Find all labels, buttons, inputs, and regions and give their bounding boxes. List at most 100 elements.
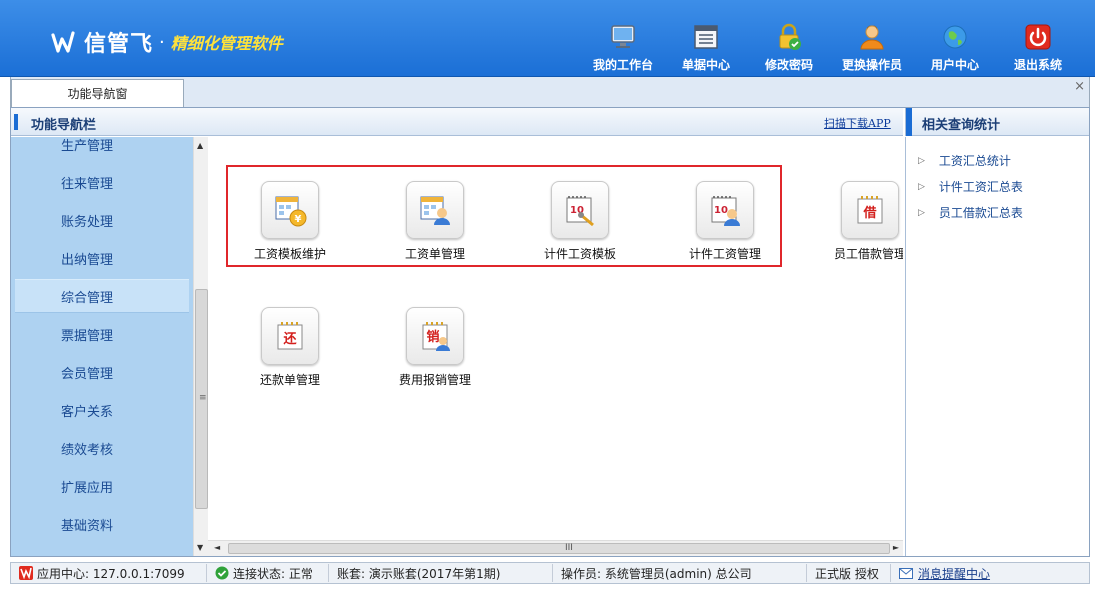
status-message-center[interactable]: 消息提醒中心 [891, 564, 998, 582]
app-label: 还款单管理 [259, 373, 320, 387]
piece-rate-template-icon: 10 [551, 181, 609, 239]
app-reimbursement[interactable]: 销 费用报销管理 [380, 307, 490, 407]
sidebar-item-cashier[interactable]: 出纳管理 [15, 241, 189, 275]
app-repayment[interactable]: 还 还款单管理 [235, 307, 345, 407]
piece-rate-manage-icon: 10 [696, 181, 754, 239]
status-connection-text: 连接状态: 正常 [233, 566, 313, 581]
exit-system-button[interactable]: 退出系统 [1000, 22, 1076, 74]
app-label: 工资单管理 [404, 247, 465, 261]
triangle-right-icon: ▷ [918, 155, 925, 166]
status-account-text: 账套: 演示账套(2017年第1期) [337, 566, 501, 581]
globe-icon [940, 22, 970, 52]
borrow-icon: 借 [841, 181, 899, 239]
my-workbench-label: 我的工作台 [592, 58, 653, 72]
link-salary-summary[interactable]: ▷ 工资汇总统计 [918, 152, 1011, 169]
app-piece-rate-manage[interactable]: 10 计件工资管理 [670, 181, 780, 281]
scrollbar-grip: ≡ [199, 393, 207, 403]
triangle-right-icon: ▷ [918, 207, 925, 218]
app-payslip[interactable]: 工资单管理 [380, 181, 490, 281]
app-piece-rate-template[interactable]: 10 计件工资模板 [525, 181, 635, 281]
app-label: 员工借款管理 [833, 247, 903, 261]
link-borrow-summary[interactable]: ▷ 员工借款汇总表 [918, 204, 1023, 221]
document-center-label: 单据中心 [681, 58, 730, 72]
app-label: 工资模板维护 [253, 247, 326, 261]
sidebar-item-members[interactable]: 会员管理 [15, 355, 189, 389]
sidebar-item-bills[interactable]: 票据管理 [15, 317, 189, 351]
content-hscrollbar[interactable]: ◄ III ► [208, 540, 903, 556]
hscroll-thumb[interactable]: III [228, 543, 890, 554]
user-center-button[interactable]: 用户中心 [917, 22, 993, 74]
nav-title: 功能导航栏 [31, 118, 97, 133]
switch-operator-button[interactable]: 更换操作员 [834, 22, 910, 74]
document-center-button[interactable]: 单据中心 [668, 22, 744, 74]
brand-slogan: 精细化管理软件 [170, 34, 283, 53]
brand-mark-icon [51, 31, 75, 53]
hscroll-grip: III [565, 543, 573, 553]
scroll-up-icon[interactable]: ▲ [197, 141, 203, 150]
status-edition: 正式版 授权 [807, 564, 891, 582]
change-password-button[interactable]: 修改密码 [751, 22, 827, 74]
sidebar-item-performance[interactable]: 绩效考核 [15, 431, 189, 465]
sidebar-item-production[interactable]: 生产管理 [15, 137, 189, 161]
my-workbench-button[interactable]: 我的工作台 [585, 22, 661, 74]
sidebar-item-label: 生产管理 [61, 138, 114, 154]
sidebar-item-basic-data[interactable]: 基础资料 [15, 507, 189, 541]
status-app-center: 应用中心: 127.0.0.1:7099 [11, 564, 207, 582]
sidebar-item-label: 会员管理 [61, 366, 114, 382]
sidebar-item-label: 综合管理 [61, 290, 114, 306]
app-label: 计件工资管理 [688, 247, 761, 261]
close-icon[interactable]: × [1074, 79, 1085, 94]
borrow-badge: 借 [862, 205, 876, 221]
tab-function-navigation[interactable]: 功能导航窗 [11, 79, 184, 107]
change-password-label: 修改密码 [764, 58, 813, 72]
mail-icon [899, 567, 913, 579]
right-panel-title: 相关查询统计 [922, 118, 1001, 133]
sidebar-item-extensions[interactable]: 扩展应用 [15, 469, 189, 503]
svg-text:10: 10 [714, 205, 728, 216]
sidebar-item-general[interactable]: 综合管理 [15, 279, 189, 313]
user-center-label: 用户中心 [930, 58, 979, 72]
status-operator: 操作员: 系统管理员(admin) 总公司 [553, 564, 807, 582]
app-header: 信管飞 · 精细化管理软件 我的工作台 单据中心 修改密码 更换操作员 用户中心 [0, 0, 1095, 77]
scroll-down-icon[interactable]: ▼ [197, 543, 203, 552]
sidebar-item-label: 出纳管理 [61, 252, 114, 268]
salary-template-icon: ¥ [261, 181, 319, 239]
message-center-link[interactable]: 消息提醒中心 [918, 565, 990, 582]
sidebar: 生产管理 往来管理 账务处理 出纳管理 综合管理 票据管理 会员管理 客户关系 … [11, 137, 193, 556]
brand-separator: · [159, 31, 165, 53]
triangle-right-icon: ▷ [918, 181, 925, 192]
app-label: 费用报销管理 [398, 373, 471, 387]
app-label: 计件工资模板 [543, 247, 616, 261]
link-piece-rate-summary[interactable]: ▷ 计件工资汇总表 [918, 178, 1023, 195]
scroll-right-icon[interactable]: ► [893, 543, 899, 552]
main-frame: 功能导航栏 扫描下载APP 相关查询统计 生产管理 往来管理 账务处理 出纳管理… [10, 107, 1090, 557]
status-edition-text: 正式版 授权 [815, 566, 879, 581]
switch-operator-label: 更换操作员 [841, 58, 902, 72]
link-label: 员工借款汇总表 [938, 206, 1023, 220]
sidebar-item-label: 票据管理 [61, 328, 114, 344]
sidebar-item-accounts[interactable]: 往来管理 [15, 165, 189, 199]
sidebar-item-label: 往来管理 [61, 176, 114, 192]
right-panel-header: 相关查询统计 [905, 108, 1089, 136]
app-employee-borrow[interactable]: 借 员工借款管理 [815, 181, 903, 281]
repay-badge: 还 [282, 331, 297, 347]
right-header-accent [906, 108, 912, 136]
function-area: ¥ 工资模板维护 工资单管理 10 计件工资模板 10 计件工资管理 借 员工借… [208, 137, 903, 540]
scan-download-app-link[interactable]: 扫描下载APP [824, 115, 891, 131]
tab-label: 功能导航窗 [67, 87, 128, 101]
nav-header-accent [14, 114, 18, 130]
document-list-icon [691, 22, 721, 52]
scroll-left-icon[interactable]: ◄ [214, 543, 220, 552]
user-icon [857, 22, 887, 52]
status-connection: 连接状态: 正常 [207, 564, 329, 582]
sidebar-item-bookkeeping[interactable]: 账务处理 [15, 203, 189, 237]
sidebar-item-crm[interactable]: 客户关系 [15, 393, 189, 427]
sidebar-scrollbar[interactable]: ▲ ≡ ▼ [193, 137, 208, 556]
tab-strip: 功能导航窗 × [10, 77, 1090, 107]
scrollbar-thumb[interactable]: ≡ [195, 289, 208, 509]
sidebar-item-label: 账务处理 [61, 214, 114, 230]
reimburse-badge: 销 [426, 329, 439, 345]
app-salary-template[interactable]: ¥ 工资模板维护 [235, 181, 345, 281]
status-bar: 应用中心: 127.0.0.1:7099 连接状态: 正常 账套: 演示账套(2… [10, 562, 1090, 584]
brand-name: 信管飞 [84, 32, 154, 57]
